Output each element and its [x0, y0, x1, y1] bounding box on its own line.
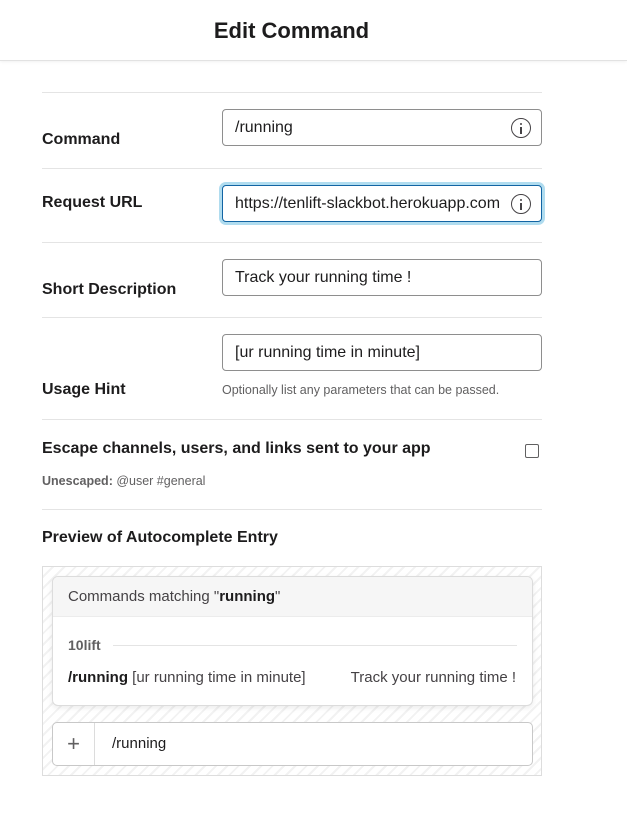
app-name: 10lift: [68, 637, 101, 653]
app-divider: [113, 645, 517, 646]
matching-term: running: [219, 588, 276, 605]
divider: [42, 317, 542, 318]
autocomplete-popup: Commands matching "running" 10lift /runn…: [52, 576, 533, 706]
page-title: Edit Command: [213, 18, 370, 43]
escape-sub-text: @user #general: [112, 474, 206, 488]
autocomplete-header: Commands matching "running": [53, 577, 532, 617]
request-url-label: Request URL: [42, 194, 143, 211]
divider: [42, 419, 542, 420]
autocomplete-command: /running: [68, 669, 128, 686]
escape-sublabel: Unescaped: @user #general: [42, 474, 205, 488]
request-url-value: https://tenlift-slackbot.herokuapp.com: [235, 195, 501, 212]
info-icon[interactable]: [511, 194, 531, 214]
usage-hint-help: Optionally list any parameters that can …: [222, 383, 500, 397]
short-description-input[interactable]: Track your running time !: [222, 259, 542, 296]
autocomplete-description: Track your running time !: [350, 669, 516, 686]
divider: [42, 509, 542, 510]
short-description-label: Short Description: [42, 281, 177, 298]
info-icon[interactable]: [511, 118, 531, 138]
short-description-value: Track your running time !: [235, 269, 412, 286]
command-value: /running: [235, 119, 293, 136]
matching-suffix: ": [275, 588, 281, 605]
plus-icon[interactable]: +: [53, 723, 95, 765]
divider: [42, 242, 542, 243]
escape-checkbox[interactable]: [525, 444, 539, 458]
escape-label: Escape channels, users, and links sent t…: [42, 440, 431, 457]
message-composer[interactable]: + /running: [52, 722, 533, 766]
preview-title: Preview of Autocomplete Entry: [42, 529, 278, 546]
command-label: Command: [42, 131, 121, 148]
request-url-input[interactable]: https://tenlift-slackbot.herokuapp.com: [222, 185, 542, 222]
usage-hint-input[interactable]: [ur running time in minute]: [222, 334, 542, 371]
usage-hint-label: Usage Hint: [42, 381, 126, 398]
command-input[interactable]: /running: [222, 109, 542, 146]
escape-sub-bold: Unescaped:: [42, 474, 113, 488]
autocomplete-item[interactable]: /running [ur running time in minute]: [68, 669, 306, 686]
header-bar: Edit Command: [0, 0, 627, 61]
autocomplete-hint: [ur running time in minute]: [132, 669, 306, 686]
divider: [42, 168, 542, 169]
matching-prefix: Commands matching ": [68, 588, 220, 605]
composer-text: /running: [112, 735, 167, 752]
divider: [42, 92, 542, 93]
usage-hint-value: [ur running time in minute]: [235, 344, 420, 361]
